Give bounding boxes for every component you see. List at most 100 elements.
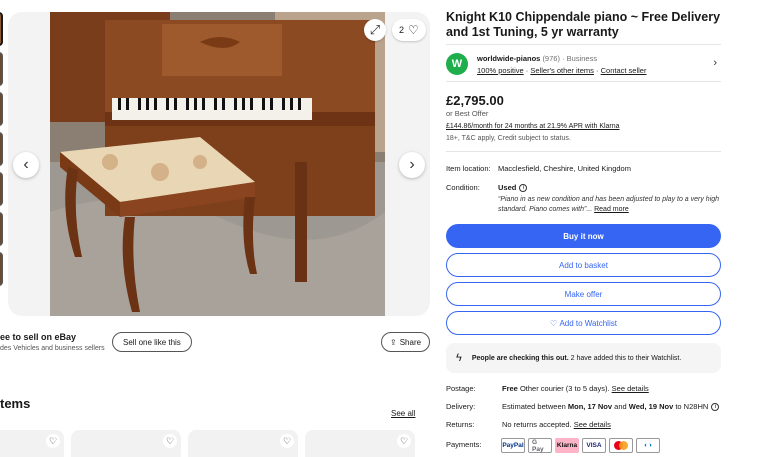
- sell-row: ee to sell on eBay des Vehicles and busi…: [0, 332, 431, 354]
- heart-icon[interactable]: ♡: [163, 434, 177, 448]
- klarna-logo: Klarna: [555, 438, 579, 453]
- heart-icon[interactable]: ♡: [280, 434, 294, 448]
- watchlist-label: Add to Watchlist: [559, 318, 617, 328]
- seller-links: 100% positive · Seller's other items · C…: [477, 66, 646, 75]
- heart-icon[interactable]: ♡: [46, 434, 60, 448]
- returns-text: No returns accepted.: [502, 420, 572, 429]
- diners-club-logo: ◐◑: [636, 438, 660, 453]
- watch-count: 2: [399, 25, 405, 35]
- share-button[interactable]: ⇪ Share: [381, 332, 431, 352]
- item-location-label: Item location:: [446, 164, 491, 173]
- delivery-and: and: [614, 402, 627, 411]
- paypal-logo: PayPal: [501, 438, 525, 453]
- sell-one-like-this-button[interactable]: Sell one like this: [112, 332, 192, 352]
- piano-photo: [50, 12, 385, 316]
- delivery-end: Wed, 19 Nov: [628, 402, 674, 411]
- info-icon[interactable]: i: [711, 403, 720, 412]
- recommended-card[interactable]: ♡: [188, 430, 298, 457]
- contact-seller-link[interactable]: Contact seller: [601, 66, 647, 75]
- main-product-image[interactable]: [50, 12, 385, 316]
- heart-icon: ♡: [550, 318, 560, 328]
- add-to-watchlist-button[interactable]: ♡ Add to Watchlist: [446, 311, 721, 335]
- info-icon[interactable]: i: [519, 184, 528, 193]
- previous-image-button[interactable]: ‹: [13, 152, 39, 178]
- heart-icon[interactable]: ♡: [397, 434, 411, 448]
- recommended-heading: tems: [0, 396, 31, 411]
- best-offer-label: or Best Offer: [446, 109, 489, 118]
- heart-icon: ♡: [408, 23, 419, 37]
- seller-card[interactable]: W worldwide-pianos (976) · Business 100%…: [446, 44, 721, 82]
- make-offer-button[interactable]: Make offer: [446, 282, 721, 306]
- thumbnail[interactable]: [0, 252, 3, 286]
- delivery-start: Mon, 17 Nov: [567, 402, 613, 411]
- delivery-label: Delivery:: [446, 402, 476, 411]
- share-icon: ⇪: [390, 337, 397, 347]
- returns-label: Returns:: [446, 420, 475, 429]
- sell-subtitle: des Vehicles and business sellers: [0, 345, 105, 352]
- seller-avatar: W: [446, 53, 468, 75]
- alert-text: People are checking this out. 2 have add…: [472, 355, 681, 362]
- postage-free: Free: [502, 384, 518, 393]
- expand-image-button[interactable]: ⤢: [364, 19, 386, 41]
- thumbnail[interactable]: [0, 92, 3, 126]
- positive-feedback-link[interactable]: 100% positive: [477, 66, 524, 75]
- condition-label: Condition:: [446, 183, 480, 192]
- recommended-card[interactable]: ♡: [305, 430, 415, 457]
- seller-info: worldwide-pianos (976) · Business: [477, 54, 597, 63]
- postage-label: Postage:: [446, 384, 476, 393]
- thumbnail[interactable]: [0, 132, 3, 166]
- listing-title: Knight K10 Chippendale piano ~ Free Deli…: [446, 10, 721, 39]
- payment-logos: PayPal G Pay Klarna VISA ◐◑: [501, 438, 660, 453]
- recommended-card[interactable]: ♡: [0, 430, 64, 457]
- thumbnail-strip: [0, 12, 3, 304]
- social-proof-alert: ϟ People are checking this out. 2 have a…: [446, 343, 721, 373]
- seller-other-items-link[interactable]: Seller's other items: [530, 66, 594, 75]
- separator: ·: [562, 54, 565, 63]
- thumbnail[interactable]: [0, 172, 3, 206]
- postage-see-details-link[interactable]: See details: [612, 384, 649, 393]
- finance-note: 18+, T&C apply, Credit subject to status…: [446, 135, 571, 142]
- postage-value: Free Other courier (3 to 5 days). See de…: [502, 384, 649, 393]
- see-all-link[interactable]: See all: [391, 409, 415, 418]
- seller-feedback-count: (976): [542, 54, 560, 63]
- returns-see-details-link[interactable]: See details: [574, 420, 611, 429]
- divider: [446, 151, 721, 152]
- lightning-icon: ϟ: [456, 352, 462, 364]
- delivery-value: Estimated between Mon, 17 Nov and Wed, 1…: [502, 402, 720, 412]
- payments-label: Payments:: [446, 440, 482, 449]
- visa-logo: VISA: [582, 438, 606, 453]
- thumbnail[interactable]: [0, 12, 3, 46]
- google-pay-logo: G Pay: [528, 438, 552, 453]
- finance-link[interactable]: £144.86/month for 24 months at 21.9% APR…: [446, 123, 620, 130]
- recommended-card[interactable]: ♡: [71, 430, 181, 457]
- thumbnail[interactable]: [0, 52, 3, 86]
- read-more-link[interactable]: Read more: [594, 206, 629, 213]
- add-to-basket-button[interactable]: Add to basket: [446, 253, 721, 277]
- condition-value: Used i: [498, 183, 528, 193]
- chevron-right-icon: ›: [409, 156, 415, 173]
- seller-type: Business: [566, 54, 598, 63]
- chevron-right-icon[interactable]: ›: [713, 57, 717, 69]
- postage-rest: Other courier (3 to 5 days).: [519, 384, 610, 393]
- alert-bold: People are checking this out.: [471, 354, 569, 362]
- image-gallery: ‹ › ⤢ 2 ♡: [8, 12, 430, 316]
- mastercard-logo: [609, 438, 633, 453]
- buy-it-now-button[interactable]: Buy it now: [446, 224, 721, 248]
- returns-value: No returns accepted. See details: [502, 420, 611, 429]
- item-location-value: Macclesfield, Cheshire, United Kingdom: [498, 164, 631, 173]
- delivery-post: to N28HN: [675, 402, 709, 411]
- sell-title: ee to sell on eBay: [0, 332, 77, 342]
- share-label: Share: [399, 337, 422, 347]
- next-image-button[interactable]: ›: [399, 152, 425, 178]
- delivery-pre: Estimated between: [502, 402, 566, 411]
- thumbnail[interactable]: [0, 212, 3, 246]
- chevron-left-icon: ‹: [23, 156, 29, 173]
- alert-rest: 2 have added this to their Watchlist.: [570, 354, 682, 362]
- condition-used: Used: [498, 183, 517, 192]
- separator: ·: [596, 66, 599, 75]
- price: £2,795.00: [446, 93, 504, 108]
- separator: ·: [525, 66, 529, 75]
- seller-name[interactable]: worldwide-pianos: [477, 54, 540, 63]
- expand-icon: ⤢: [369, 22, 381, 37]
- watch-count-button[interactable]: 2 ♡: [392, 19, 426, 41]
